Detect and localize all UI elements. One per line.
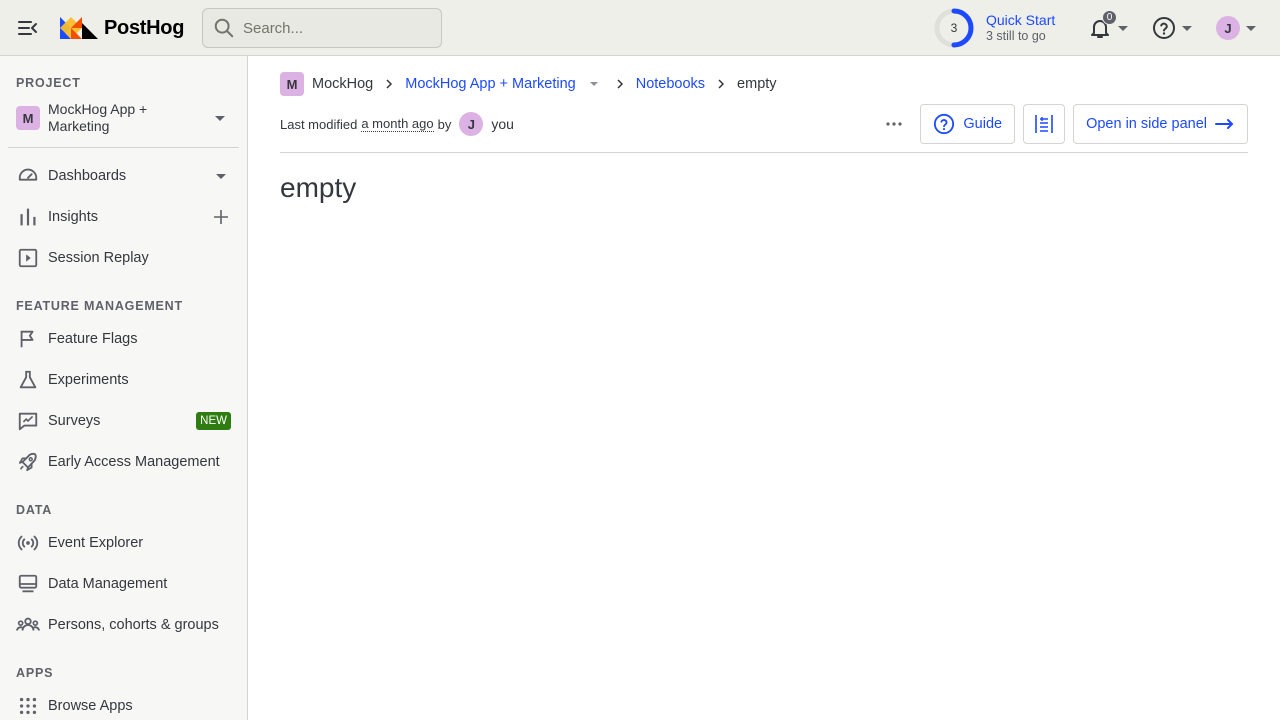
project-switcher[interactable]: M MockHog App + Marketing	[8, 98, 239, 138]
sidebar-item-data-management[interactable]: Data Management	[8, 566, 239, 602]
help-circle-icon	[934, 113, 955, 135]
rocket-icon	[16, 450, 40, 474]
chevron-right-icon	[715, 78, 727, 90]
meta-by: by	[437, 116, 452, 132]
breadcrumb-project[interactable]: MockHog App + Marketing	[405, 76, 575, 92]
sidebar-item-label: Feature Flags	[48, 331, 138, 347]
main-content: M MockHog MockHog App + Marketing Notebo…	[248, 56, 1280, 720]
more-options-button[interactable]	[876, 104, 912, 144]
sidebar-item-event-explorer[interactable]: Event Explorer	[8, 525, 239, 561]
user-menu[interactable]: J	[1216, 14, 1262, 42]
sidebar-item-feature-flags[interactable]: Feature Flags	[8, 321, 239, 357]
chevron-down-icon[interactable]	[589, 82, 598, 86]
sidebar-item-label: Early Access Management	[48, 454, 220, 470]
apps-grid-icon	[16, 694, 40, 718]
ellipsis-icon	[886, 122, 902, 126]
top-bar: PostHog 3 Quick Start 3 still to go 0 J	[0, 0, 1280, 56]
sidebar-item-persons-cohorts-groups[interactable]: Persons, cohorts & groups	[8, 607, 239, 643]
chevron-down-icon	[1118, 25, 1128, 31]
divider	[8, 147, 239, 148]
arrow-right-icon	[1215, 119, 1234, 129]
posthog-logo[interactable]: PostHog	[60, 14, 184, 42]
notification-count-badge: 0	[1102, 10, 1117, 25]
flag-icon	[16, 327, 40, 351]
new-badge: NEW	[196, 412, 231, 430]
chevron-right-icon	[383, 78, 395, 90]
section-title-data: DATA	[16, 503, 53, 517]
sidebar-item-label: Surveys	[48, 413, 101, 429]
quick-start-progress-ring: 3	[934, 8, 974, 48]
flask-icon	[16, 368, 40, 392]
notifications-button[interactable]: 0	[1088, 10, 1132, 42]
sidebar-item-label: Persons, cohorts & groups	[48, 617, 219, 633]
broadcast-icon	[16, 531, 40, 555]
meta-when: a month ago	[361, 116, 434, 132]
quick-start-title: Quick Start	[986, 12, 1056, 28]
search-box[interactable]	[202, 8, 442, 48]
meta-user: you	[491, 116, 514, 132]
section-title-project: PROJECT	[16, 76, 81, 90]
chevron-right-icon	[614, 78, 626, 90]
help-circle-icon	[1153, 17, 1175, 39]
org-badge: M	[280, 72, 304, 96]
sidebar-item-surveys[interactable]: Surveys NEW	[8, 403, 239, 439]
avatar: J	[459, 112, 484, 136]
sidebar-item-label: Browse Apps	[48, 698, 133, 714]
avatar: J	[1216, 16, 1240, 40]
last-modified: Last modified a month ago by J you	[280, 112, 514, 136]
open-in-side-panel-button[interactable]: Open in side panel	[1073, 104, 1248, 144]
sidebar-item-experiments[interactable]: Experiments	[8, 362, 239, 398]
meta-prefix: Last modified	[280, 116, 358, 132]
sidebar-item-label: Dashboards	[48, 168, 127, 184]
chevron-down-icon	[1246, 25, 1256, 31]
quick-start-count: 3	[950, 21, 958, 35]
server-icon	[16, 572, 40, 596]
chevron-down-icon	[215, 116, 225, 121]
sidebar-item-label: Session Replay	[48, 250, 149, 266]
quick-start-button[interactable]: 3 Quick Start 3 still to go	[934, 8, 1055, 48]
hedgehog-logo-icon	[60, 17, 98, 39]
people-icon	[16, 613, 40, 637]
chevron-down-icon	[1182, 25, 1192, 31]
sidebar-item-label: Event Explorer	[48, 535, 144, 551]
sidebar-item-early-access-management[interactable]: Early Access Management	[8, 444, 239, 480]
search-input[interactable]	[243, 19, 423, 37]
guide-button[interactable]: Guide	[920, 104, 1016, 144]
help-button[interactable]	[1152, 14, 1196, 42]
sidebar-item-session-replay[interactable]: Session Replay	[8, 240, 239, 276]
side-panel-label: Open in side panel	[1086, 116, 1207, 132]
bar-chart-icon	[16, 205, 40, 229]
sidebar-item-browse-apps[interactable]: Browse Apps	[8, 688, 239, 720]
plus-icon[interactable]	[211, 207, 231, 227]
sidebar: PROJECT M MockHog App + Marketing Dashbo…	[0, 56, 248, 720]
sidebar-item-label: Experiments	[48, 372, 129, 388]
search-icon	[214, 18, 234, 38]
sidebar-item-label: Insights	[48, 209, 98, 225]
breadcrumb: M MockHog MockHog App + Marketing Notebo…	[280, 72, 777, 96]
table-of-contents-icon	[1035, 115, 1053, 133]
logo-text: PostHog	[104, 16, 185, 39]
survey-icon	[16, 409, 40, 433]
chevron-down-icon[interactable]	[211, 166, 231, 186]
project-badge: M	[16, 106, 40, 130]
sidebar-item-dashboards[interactable]: Dashboards	[8, 158, 239, 194]
dashboard-icon	[16, 164, 40, 188]
project-name: MockHog App + Marketing	[48, 101, 148, 134]
section-title-apps: APPS	[16, 666, 54, 680]
divider	[280, 152, 1248, 153]
sidebar-item-insights[interactable]: Insights	[8, 199, 239, 235]
toolbar: Guide Open in side panel	[876, 104, 1248, 144]
breadcrumb-current: empty	[737, 76, 777, 92]
guide-label: Guide	[963, 116, 1003, 132]
play-square-icon	[16, 246, 40, 270]
breadcrumb-notebooks[interactable]: Notebooks	[636, 76, 705, 92]
menu-toggle-icon[interactable]	[16, 16, 40, 40]
table-of-contents-button[interactable]	[1023, 104, 1066, 144]
breadcrumb-org[interactable]: MockHog	[312, 76, 373, 92]
section-title-feature-management: FEATURE MANAGEMENT	[16, 299, 183, 313]
notebook-title[interactable]: empty	[280, 172, 356, 204]
sidebar-item-label: Data Management	[48, 576, 168, 592]
quick-start-subtitle: 3 still to go	[986, 29, 1046, 43]
